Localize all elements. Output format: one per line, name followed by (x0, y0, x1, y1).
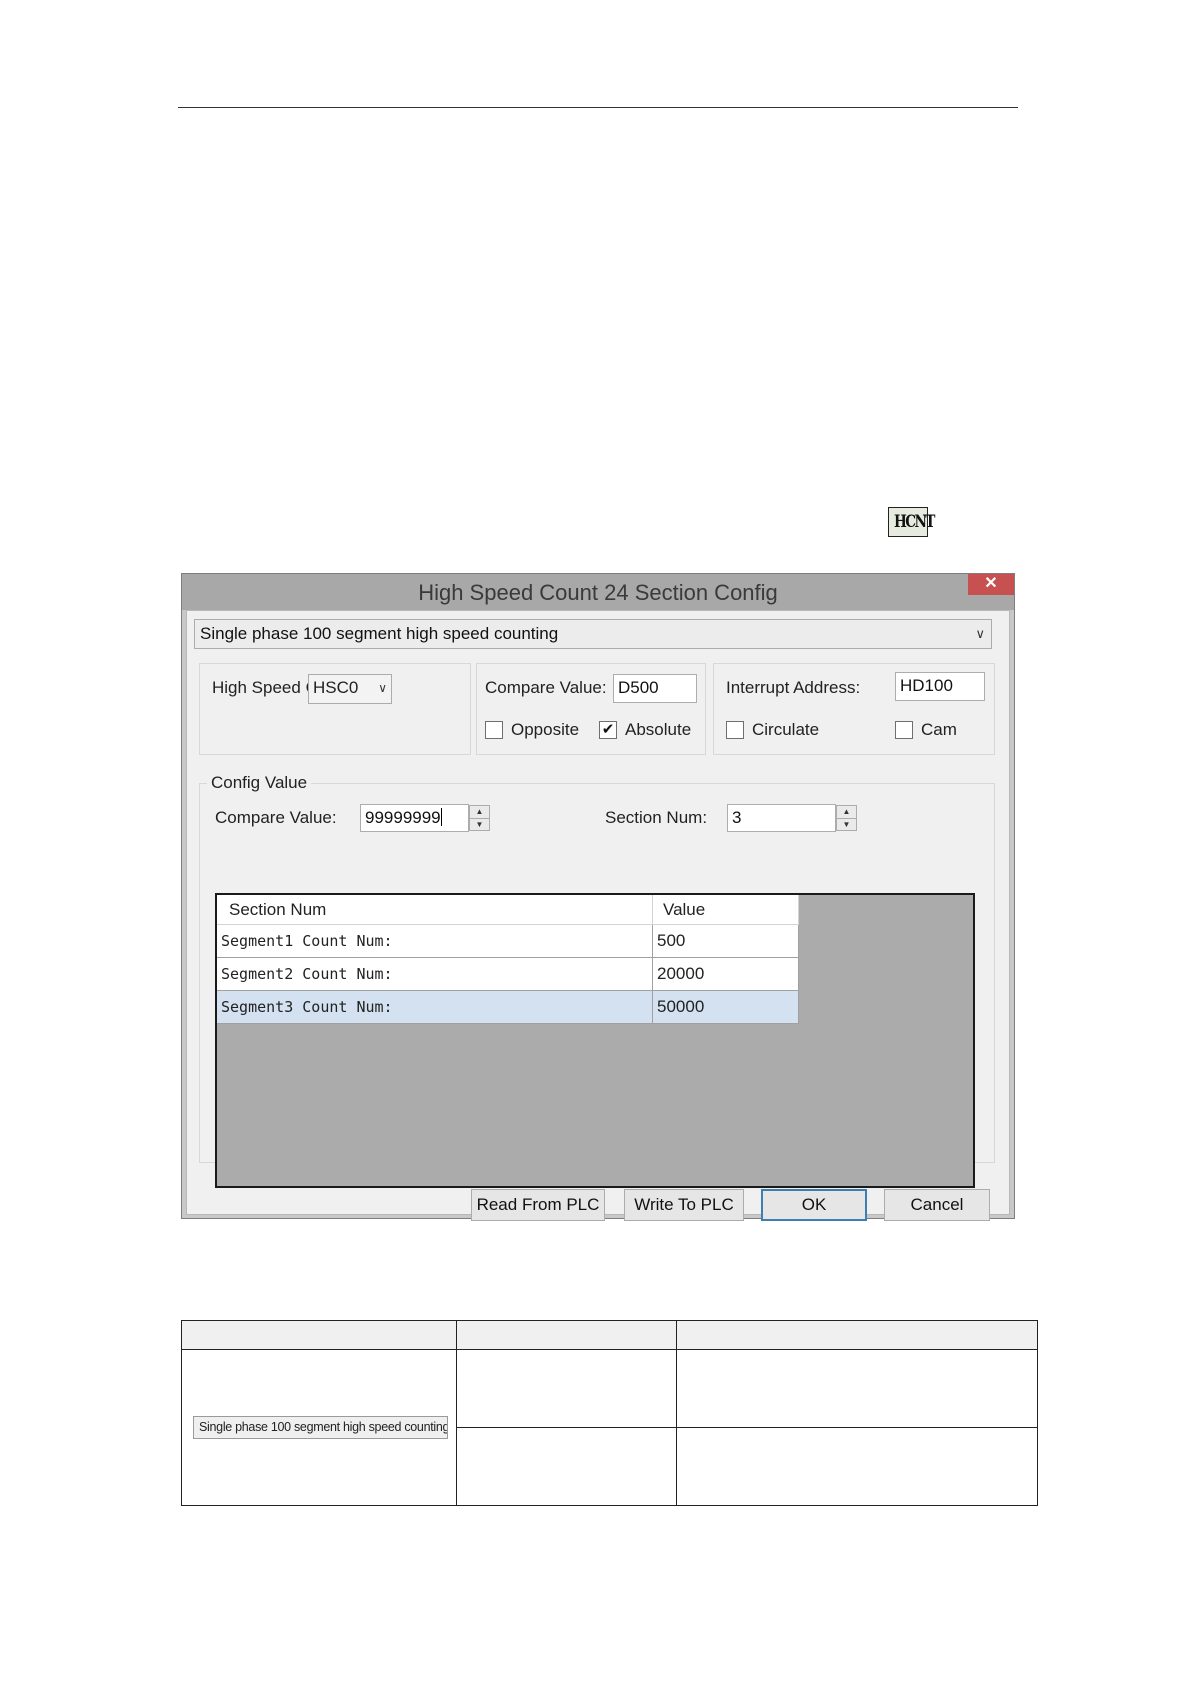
table-header-cell (456, 1320, 677, 1350)
table-row-selected[interactable]: Segment3 Count Num: (217, 991, 653, 1024)
config-value-group-label: Config Value (207, 773, 312, 793)
hcnt-icon[interactable]: HCNT (888, 507, 935, 537)
spin-up-icon[interactable]: ▲ (837, 806, 856, 819)
high-speed-counter-label: High Speed C (212, 678, 312, 697)
grid-header-value[interactable]: Value (653, 895, 799, 925)
section-num-input[interactable]: 3 (727, 804, 836, 832)
close-button[interactable]: ✕ (968, 574, 1014, 595)
compare-value-input[interactable]: D500 (613, 674, 697, 703)
chevron-down-icon: ∨ (378, 681, 387, 695)
config-compare-value-label: Compare Value: (215, 808, 337, 827)
write-to-plc-button[interactable]: Write To PLC (624, 1189, 744, 1221)
table-cell (456, 1427, 677, 1506)
table-row[interactable]: 20000 (653, 958, 799, 991)
table-row-selected[interactable]: 50000 (653, 991, 799, 1024)
absolute-label: Absolute (625, 720, 692, 739)
chevron-down-icon: ∨ (975, 626, 985, 641)
grid-header-section-num[interactable]: Section Num (217, 895, 653, 925)
read-from-plc-button[interactable]: Read From PLC (471, 1189, 605, 1221)
page-header-rule (178, 107, 1018, 108)
circulate-label: Circulate (752, 720, 820, 739)
spin-down-icon[interactable]: ▼ (470, 819, 489, 831)
spin-down-icon[interactable]: ▼ (837, 819, 856, 831)
interrupt-address-label: Interrupt Address: (726, 678, 861, 697)
table-row[interactable]: 500 (653, 925, 799, 958)
circulate-checkbox[interactable] (726, 721, 744, 739)
mode-thumbnail: Single phase 100 segment high speed coun… (193, 1416, 448, 1439)
segment-grid: Section Num Value Segment1 Count Num: 50… (215, 893, 975, 1188)
config-compare-value-spinner[interactable]: ▲ ▼ (469, 805, 490, 831)
table-cell-mode: Single phase 100 segment high speed coun… (181, 1349, 457, 1506)
table-header-cell (181, 1320, 457, 1350)
high-speed-counter-select[interactable]: HSC0 ∨ (308, 674, 392, 704)
cam-checkbox[interactable] (895, 721, 913, 739)
counting-mode-select[interactable]: Single phase 100 segment high speed coun… (194, 619, 992, 649)
checkmark-icon: ✔ (601, 721, 615, 738)
text-caret (440, 808, 442, 826)
section-num-spinner[interactable]: ▲ ▼ (836, 805, 857, 831)
ok-button[interactable]: OK (761, 1189, 867, 1221)
counter-group: High Speed C HSC0 ∨ (199, 663, 471, 755)
section-num-label: Section Num: (605, 808, 708, 827)
compare-group: Compare Value: D500 Opposite ✔ Absolute (476, 663, 706, 755)
config-compare-value-input[interactable]: 99999999 (360, 804, 469, 832)
table-row[interactable]: Segment1 Count Num: (217, 925, 653, 958)
dialog-title: High Speed Count 24 Section Config (418, 580, 778, 605)
high-speed-count-dialog: High Speed Count 24 Section Config ✕ Sin… (181, 573, 1015, 1221)
spin-up-icon[interactable]: ▲ (470, 806, 489, 819)
counting-mode-value: Single phase 100 segment high speed coun… (200, 624, 559, 643)
cancel-button[interactable]: Cancel (884, 1189, 990, 1221)
high-speed-counter-value: HSC0 (313, 678, 359, 697)
interrupt-group: Interrupt Address: HD100 Circulate Cam (713, 663, 995, 755)
table-cell (456, 1349, 677, 1428)
close-icon: ✕ (984, 575, 998, 592)
table-cell (676, 1349, 1038, 1428)
mode-description-table: Single phase 100 segment high speed coun… (181, 1320, 1038, 1506)
cam-label: Cam (921, 720, 957, 739)
table-header-cell (676, 1320, 1038, 1350)
dialog-client-area: Single phase 100 segment high speed coun… (186, 610, 1010, 1221)
opposite-checkbox[interactable] (485, 721, 503, 739)
table-cell (676, 1427, 1038, 1506)
compare-value-label: Compare Value: (485, 678, 607, 697)
table-row[interactable]: Segment2 Count Num: (217, 958, 653, 991)
absolute-checkbox[interactable]: ✔ (599, 721, 617, 739)
opposite-label: Opposite (511, 720, 580, 739)
interrupt-address-input[interactable]: HD100 (895, 672, 985, 701)
